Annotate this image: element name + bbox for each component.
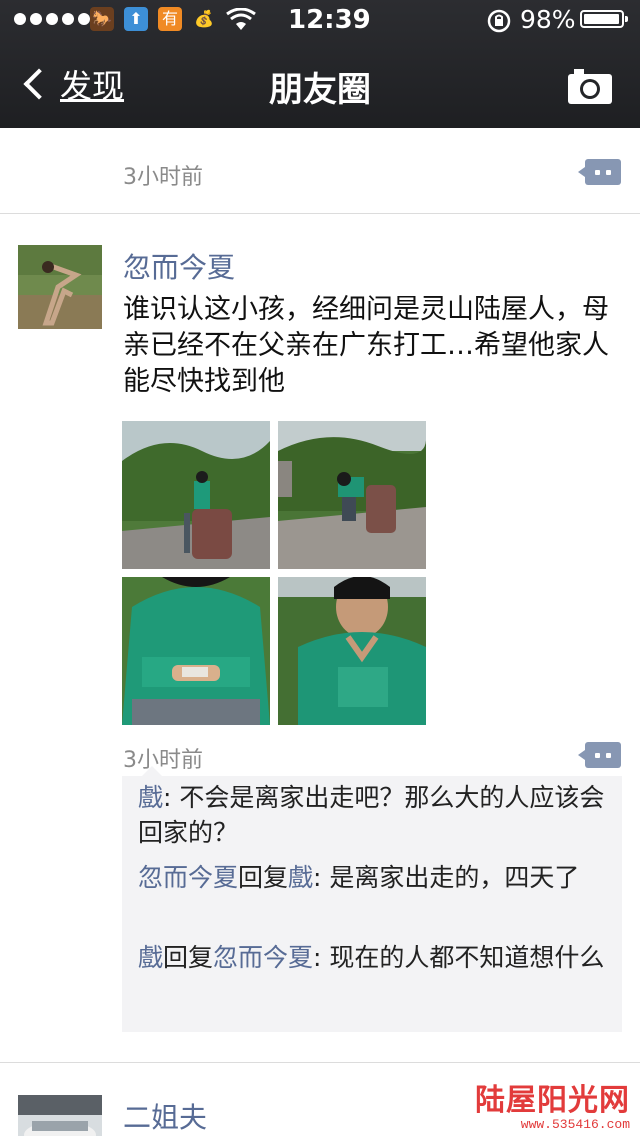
battery-fill [584,14,619,24]
notification-app-icon: 有 [158,7,182,31]
moments-feed[interactable]: 3小时前 忽而今夏 谁识认这小孩，经细问是灵山陆屋人，母亲已经不在父亲在广东打工… [0,128,640,1136]
comment[interactable]: 戲回复忽而今夏: 现在的人都不知道想什么 [138,940,612,975]
post-photo[interactable] [122,577,270,725]
money-bag-icon: 💰 [194,9,214,28]
comment-text: : 不会是离家出走吧？那么大的人应该会回家的？ [138,783,605,847]
boy-crouching-photo [278,421,426,569]
post-text: 谁识认这小孩，经细问是灵山陆屋人，母亲已经不在父亲在广东打工…希望他家人能尽快找… [123,294,609,397]
boy-hands-closeup-photo [122,577,270,725]
comments-box: 戲: 不会是离家出走吧？那么大的人应该会回家的？ 忽而今夏回复戲: 是离家出走的… [122,766,622,1032]
wifi-icon [226,8,256,30]
post-photo[interactable] [278,421,426,569]
comment-button[interactable] [578,159,621,185]
page-title: 朋友圈 [269,70,371,110]
signal-strength-icon [14,13,90,25]
comment-reply-word: 回复 [238,863,289,892]
status-bar: 🐎 ⬆ 有 💰 12:39 98% [0,0,640,40]
post-photo[interactable] [278,577,426,725]
watermark-url: www.535416.com [520,1117,630,1132]
comment-text: : 现在的人都不知道想什么 [313,943,605,972]
horse-app-icon: 🐎 [90,7,114,31]
divider [0,1062,640,1063]
comment[interactable]: 忽而今夏回复戲: 是离家出走的，四天了 [138,860,612,895]
comment[interactable]: 戲: 不会是离家出走吧？那么大的人应该会回家的？ [138,780,612,850]
battery-icon [580,10,628,28]
avatar-image [18,245,102,329]
rotation-lock-icon [487,9,511,33]
battery-percentage: 98% [520,5,576,34]
boy-portrait-photo [278,577,426,725]
top-bar: 🐎 ⬆ 有 💰 12:39 98% 发现 朋友圈 [0,0,640,128]
post-photo[interactable] [122,421,270,569]
comment-reply-to[interactable]: 戲 [288,863,313,892]
avatar[interactable] [18,245,102,329]
comment-user[interactable]: 戲 [138,783,163,812]
post-timestamp: 3小时前 [123,748,203,773]
comment-user[interactable]: 戲 [138,943,163,972]
divider [0,213,640,214]
avatar[interactable] [18,1095,102,1136]
timestamp: 3小时前 [123,165,203,190]
upload-arrow-icon: ⬆ [124,7,148,31]
camera-icon[interactable] [566,66,614,106]
site-watermark: 陆屋阳光网 www.535416.com [475,1084,630,1132]
comment-reply-word: 回复 [163,943,214,972]
post-author[interactable]: 忽而今夏 [123,246,235,286]
comment-user[interactable]: 忽而今夏 [138,863,238,892]
post-author[interactable]: 二姐夫 [123,1096,207,1136]
comment-button[interactable] [578,742,621,768]
avatar-image [18,1095,102,1136]
comment-reply-to[interactable]: 忽而今夏 [213,943,313,972]
status-time: 12:39 [288,5,371,35]
watermark-title: 陆屋阳光网 [475,1083,630,1118]
navigation-bar: 发现 朋友圈 [0,40,640,128]
boy-sitting-photo [122,421,270,569]
comment-text: : 是离家出走的，四天了 [313,863,580,892]
